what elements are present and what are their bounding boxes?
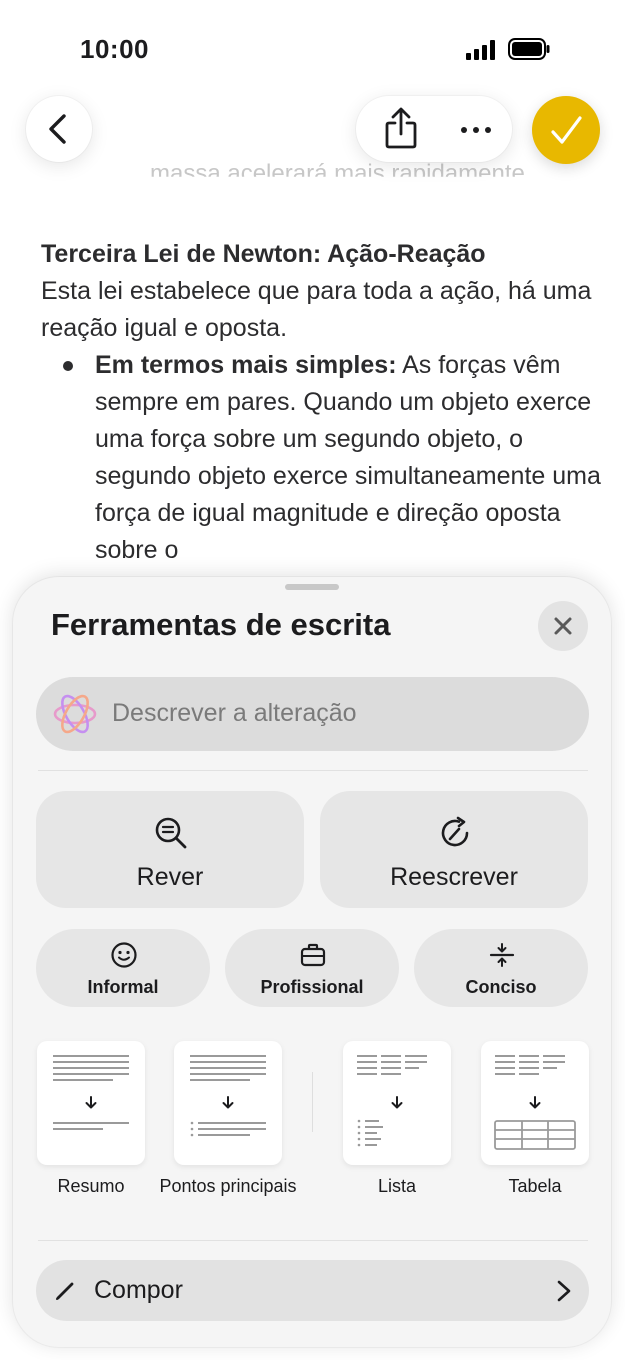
share-button[interactable]: [366, 96, 436, 162]
tone-informal-label: Informal: [87, 977, 159, 997]
writing-tools-sheet: Ferramentas de escrita Descrever a alter…: [13, 577, 611, 1347]
share-icon: [385, 107, 417, 149]
summary-thumbnail-icon: [53, 1055, 129, 1130]
close-button[interactable]: [538, 601, 588, 651]
cellular-signal-icon: [466, 40, 495, 60]
briefcase-icon: [300, 943, 326, 967]
divider: [38, 770, 588, 771]
format-table-label: Tabela: [508, 1176, 562, 1196]
review-button[interactable]: Rever: [36, 791, 304, 908]
rewrite-label: Reescrever: [390, 863, 518, 891]
smiley-icon: [111, 942, 137, 968]
compose-label: Compor: [94, 1276, 183, 1304]
compress-icon: [489, 943, 515, 967]
back-button[interactable]: [26, 96, 92, 162]
back-arrow-icon: [49, 114, 66, 144]
tone-professional-label: Profissional: [260, 977, 364, 997]
sheet-title: Ferramentas de escrita: [51, 607, 391, 642]
section-heading: Terceira Lei de Newton: Ação-Reação: [41, 240, 486, 268]
tone-informal-button[interactable]: Informal: [36, 929, 210, 1007]
apple-intelligence-icon: [53, 694, 97, 734]
more-icon: [461, 127, 491, 133]
chevron-right-icon: [557, 1280, 571, 1302]
rewrite-button[interactable]: Reescrever: [320, 791, 588, 908]
format-separator: [312, 1072, 313, 1132]
document-body: Terceira Lei de Newton: Ação-Reação Esta…: [41, 236, 601, 569]
status-bar: 10:00: [0, 0, 625, 90]
pencil-icon: [56, 1282, 74, 1300]
more-button[interactable]: [442, 96, 506, 162]
format-summary-card[interactable]: [37, 1041, 145, 1165]
close-icon: [554, 617, 572, 635]
bullet-text: As forças vêm sempre em pares. Quando um…: [95, 351, 601, 564]
bullet-bold-lead: Em termos mais simples:: [95, 351, 397, 379]
format-key-points-label: Pontos principais: [159, 1176, 297, 1196]
section-intro: Esta lei estabelece que para toda a ação…: [41, 277, 592, 342]
format-list-card[interactable]: [343, 1041, 451, 1165]
checkmark-icon: [551, 116, 582, 144]
list-thumbnail-icon: [357, 1055, 427, 1147]
tone-professional-button[interactable]: Profissional: [225, 929, 399, 1007]
table-thumbnail-icon: [494, 1055, 576, 1150]
review-label: Rever: [136, 863, 204, 891]
battery-icon: [508, 38, 550, 60]
bullet-item: Em termos mais simples: As forças vêm se…: [41, 347, 601, 569]
format-table-card[interactable]: [481, 1041, 589, 1165]
key-points-thumbnail-icon: [190, 1055, 266, 1137]
rewrite-icon: [441, 816, 469, 847]
done-button[interactable]: [532, 96, 600, 164]
document-faded-line: massa acelerará mais rapidamente.: [150, 160, 532, 187]
tone-concise-label: Conciso: [465, 977, 537, 997]
divider: [38, 1240, 588, 1241]
actions-pill: [356, 96, 512, 162]
format-key-points-card[interactable]: [174, 1041, 282, 1165]
describe-change-input[interactable]: Descrever a alteração: [36, 677, 589, 751]
magnifier-icon: [155, 817, 187, 849]
compose-button[interactable]: Compor: [36, 1260, 589, 1321]
sheet-grabber[interactable]: [285, 584, 339, 590]
format-summary-label: Resumo: [57, 1176, 125, 1196]
status-time: 10:00: [80, 34, 149, 64]
format-list-label: Lista: [377, 1176, 417, 1196]
bullet-dot: [63, 361, 73, 371]
tone-concise-button[interactable]: Conciso: [414, 929, 588, 1007]
describe-placeholder: Descrever a alteração: [112, 699, 357, 727]
